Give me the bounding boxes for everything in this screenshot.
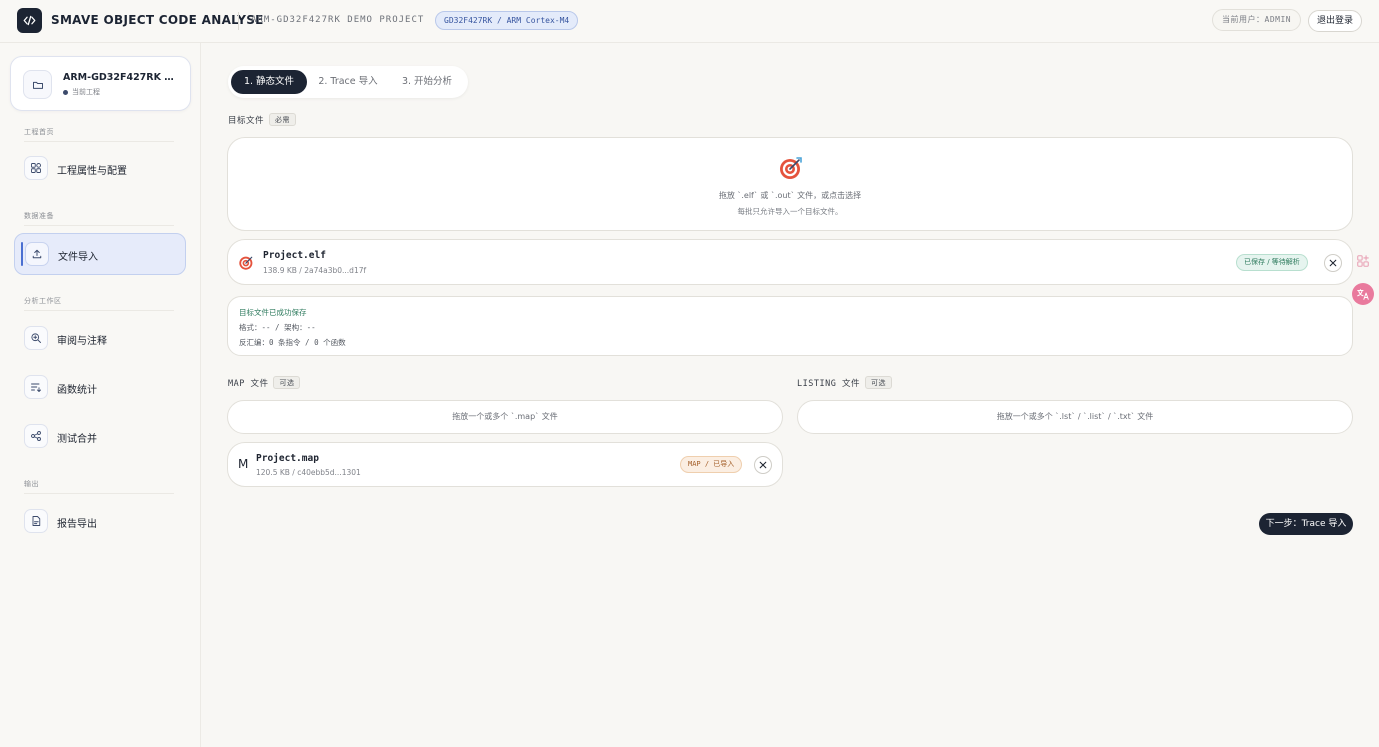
section-label-data-prep: 数据准备	[24, 212, 54, 220]
section-divider	[24, 225, 174, 226]
translate-float-icon[interactable]	[1352, 283, 1374, 305]
close-icon	[759, 461, 767, 469]
target-dropzone-hint: 拖放 `.elf` 或 `.out` 文件，或点击选择	[718, 191, 862, 200]
section-label-output: 输出	[24, 480, 39, 488]
logout-button[interactable]: 退出登录	[1308, 10, 1362, 32]
tab-static-files[interactable]: 1. 静态文件	[231, 70, 307, 94]
listing-file-label: LISTING 文件 可选	[797, 376, 892, 389]
target-dropzone-subhint: 每批只允许导入一个目标文件。	[737, 207, 843, 216]
sidebar-item-label: 函数统计	[57, 385, 97, 396]
map-file-icon: M	[238, 457, 249, 471]
map-file-row: M Project.map 120.5 KB / c40ebb5d...1301…	[227, 442, 783, 487]
sidebar-item-report-export[interactable]: 报告导出	[14, 501, 186, 543]
device-chip: GD32F427RK / ARM Cortex-M4	[435, 11, 579, 30]
remove-map-file-button[interactable]	[754, 456, 772, 474]
folder-icon	[23, 70, 52, 99]
sidebar: ARM-GD32F427RK DEMO PROJECT 当前工程 工程首页 工程…	[0, 43, 201, 747]
section-divider	[24, 141, 174, 142]
map-file-meta: 120.5 KB / c40ebb5d...1301	[256, 468, 361, 477]
target-file-row: Project.elf 138.9 KB / 2a74a3b0...d17f 已…	[227, 239, 1353, 285]
apps-float-icon[interactable]	[1352, 250, 1374, 272]
sidebar-item-test-merge[interactable]: 测试合并	[14, 416, 186, 458]
required-tag: 必需	[269, 113, 297, 126]
target-file-meta: 138.9 KB / 2a74a3b0...d17f	[263, 266, 367, 275]
next-step-button[interactable]: 下一步：Trace 导入	[1259, 513, 1353, 535]
share-nodes-icon	[24, 424, 48, 448]
project-card-status: 当前工程	[63, 87, 100, 97]
status-badge: MAP / 已导入	[680, 456, 743, 473]
optional-tag: 可选	[273, 376, 301, 389]
target-parse-result: 目标文件已成功保存 格式：-- / 架构：-- 反汇编：0 条指令 / 0 个函…	[227, 296, 1353, 356]
close-icon	[1329, 259, 1337, 267]
result-disasm-text: 反汇编：0 条指令 / 0 个函数	[239, 338, 346, 347]
section-label-analysis: 分析工作区	[24, 297, 62, 305]
listing-file-label-text: LISTING 文件	[797, 378, 860, 389]
target-icon	[778, 155, 804, 185]
tab-start-analysis[interactable]: 3. 开始分析	[389, 70, 465, 94]
sidebar-item-label: 审阅与注释	[57, 336, 107, 347]
map-file-label-text: MAP 文件	[228, 378, 269, 389]
map-file-name: Project.map	[256, 453, 319, 464]
section-label-home: 工程首页	[24, 128, 54, 136]
target-dropzone[interactable]: 拖放 `.elf` 或 `.out` 文件，或点击选择 每批只允许导入一个目标文…	[227, 137, 1353, 231]
sidebar-item-label: 报告导出	[57, 519, 97, 530]
sidebar-item-label: 工程属性与配置	[57, 166, 127, 177]
project-card[interactable]: ARM-GD32F427RK DEMO PROJECT 当前工程	[10, 56, 191, 111]
header-project-name: ARM-GD32F427RK DEMO PROJECT	[251, 15, 425, 25]
sidebar-item-review[interactable]: 审阅与注释	[14, 318, 186, 360]
step-tabs: 1. 静态文件 2. Trace 导入 3. 开始分析	[228, 66, 468, 98]
section-divider	[24, 493, 174, 494]
sidebar-item-project-config[interactable]: 工程属性与配置	[14, 148, 186, 190]
target-file-name: Project.elf	[263, 250, 326, 261]
target-file-label: 目标文件 必需	[228, 113, 297, 126]
remove-target-file-button[interactable]	[1324, 254, 1342, 272]
map-dropzone[interactable]: 拖放一个或多个 `.map` 文件	[227, 400, 783, 434]
target-file-label-text: 目标文件	[228, 115, 265, 126]
current-user-chip: 当前用户：ADMIN	[1212, 9, 1302, 31]
tab-trace-import[interactable]: 2. Trace 导入	[310, 70, 386, 94]
result-ok-text: 目标文件已成功保存	[239, 308, 307, 317]
listing-dropzone[interactable]: 拖放一个或多个 `.lst` / `.list` / `.txt` 文件	[797, 400, 1353, 434]
project-card-name: ARM-GD32F427RK DEMO PROJECT	[63, 72, 179, 83]
target-icon	[238, 254, 255, 275]
list-sort-icon	[24, 375, 48, 399]
upload-icon	[25, 242, 49, 266]
zoom-icon	[24, 326, 48, 350]
top-header: SMAVE OBJECT CODE ANALYSE ARM-GD32F427RK…	[0, 0, 1379, 43]
status-badge: 已保存 / 等待解析	[1236, 254, 1308, 271]
project-card-status-text: 当前工程	[72, 88, 100, 96]
optional-tag: 可选	[864, 376, 892, 389]
section-divider	[24, 310, 174, 311]
header-divider	[238, 12, 239, 30]
result-format-text: 格式：-- / 架构：--	[239, 323, 316, 332]
map-file-label: MAP 文件 可选	[228, 376, 301, 389]
status-dot-icon	[63, 89, 68, 95]
document-icon	[24, 509, 48, 533]
sidebar-item-label: 文件导入	[58, 252, 98, 263]
app-title: SMAVE OBJECT CODE ANALYSE	[51, 13, 264, 27]
sidebar-item-file-import[interactable]: 文件导入	[14, 233, 186, 275]
grid-icon	[24, 156, 48, 180]
code-logo-icon[interactable]	[17, 8, 42, 33]
sidebar-item-label: 测试合并	[57, 434, 97, 445]
sidebar-item-function-stats[interactable]: 函数统计	[14, 367, 186, 409]
